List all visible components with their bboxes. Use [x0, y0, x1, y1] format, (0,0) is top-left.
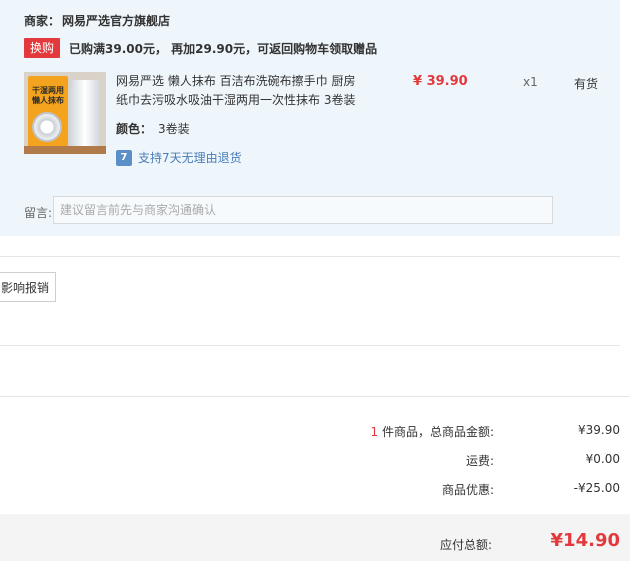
invoice-button[interactable]: 影响报销: [0, 272, 56, 302]
return-policy-text[interactable]: 支持7天无理由退货: [138, 149, 242, 166]
items-label-text: 件商品，总商品金额:: [378, 425, 494, 439]
total-bar: 应付总额: ¥14.90: [0, 514, 630, 561]
product-image-text-2: 懒人抹布: [32, 96, 64, 105]
section-divider: [0, 345, 620, 346]
note-input[interactable]: [53, 196, 553, 224]
shipping-label: 运费:: [465, 454, 494, 468]
section-divider: [0, 396, 630, 397]
promo-text: 已购满39.00元， 再加29.90元，可返回购物车领取赠品: [69, 41, 378, 56]
return-policy: 7 支持7天无理由退货: [116, 149, 242, 166]
paper-roll-end-graphic: [32, 112, 62, 142]
discount-amount: -¥25.00: [573, 481, 620, 495]
item-count: 1: [370, 425, 379, 439]
summary-shipping-row: 运费: ¥0.00: [0, 452, 630, 472]
variant-label: 颜色：: [116, 122, 153, 136]
product-title[interactable]: 网易严选 懒人抹布 百洁布洗碗布擦手巾 厨房纸巾去污吸水吸油干湿两用一次性抹布 …: [116, 72, 366, 110]
product-image-text-1: 干湿两用: [32, 86, 64, 95]
product-variant: 颜色： 3卷装: [116, 120, 190, 137]
total-amount: ¥14.90: [550, 530, 620, 551]
seven-day-return-icon: 7: [116, 149, 132, 166]
seller-prefix: 商家：: [24, 14, 61, 28]
total-label: 应付总额:: [439, 538, 492, 552]
summary-items-row: 1 件商品，总商品金额: ¥39.90: [0, 423, 630, 443]
paper-roll-graphic: [70, 80, 100, 148]
items-total-label: 1 件商品，总商品金额:: [371, 423, 495, 440]
summary-discount-row: 商品优惠: -¥25.00: [0, 481, 630, 501]
promo-badge: 换购: [24, 38, 61, 58]
store-section: 商家： 网易严选官方旗舰店 换购 已购满39.00元， 再加29.90元，可返回购…: [0, 0, 620, 236]
note-label: 留言:: [24, 206, 53, 220]
product-price: ¥ 39.90: [413, 74, 468, 89]
seller-info: 商家： 网易严选官方旗舰店: [24, 12, 170, 29]
variant-value: 3卷装: [158, 122, 190, 136]
product-quantity: x1: [523, 75, 538, 89]
shipping-amount: ¥0.00: [585, 452, 620, 466]
stock-status: 有货: [574, 77, 599, 91]
seller-name[interactable]: 网易严选官方旗舰店: [62, 14, 170, 28]
discount-label: 商品优惠:: [441, 483, 494, 497]
promo-row: 换购 已购满39.00元， 再加29.90元，可返回购物车领取赠品: [24, 38, 377, 58]
image-base-graphic: [24, 146, 106, 154]
items-total-amount: ¥39.90: [578, 423, 620, 437]
section-divider: [0, 256, 620, 257]
product-image[interactable]: 干湿两用 懒人抹布: [24, 72, 106, 154]
